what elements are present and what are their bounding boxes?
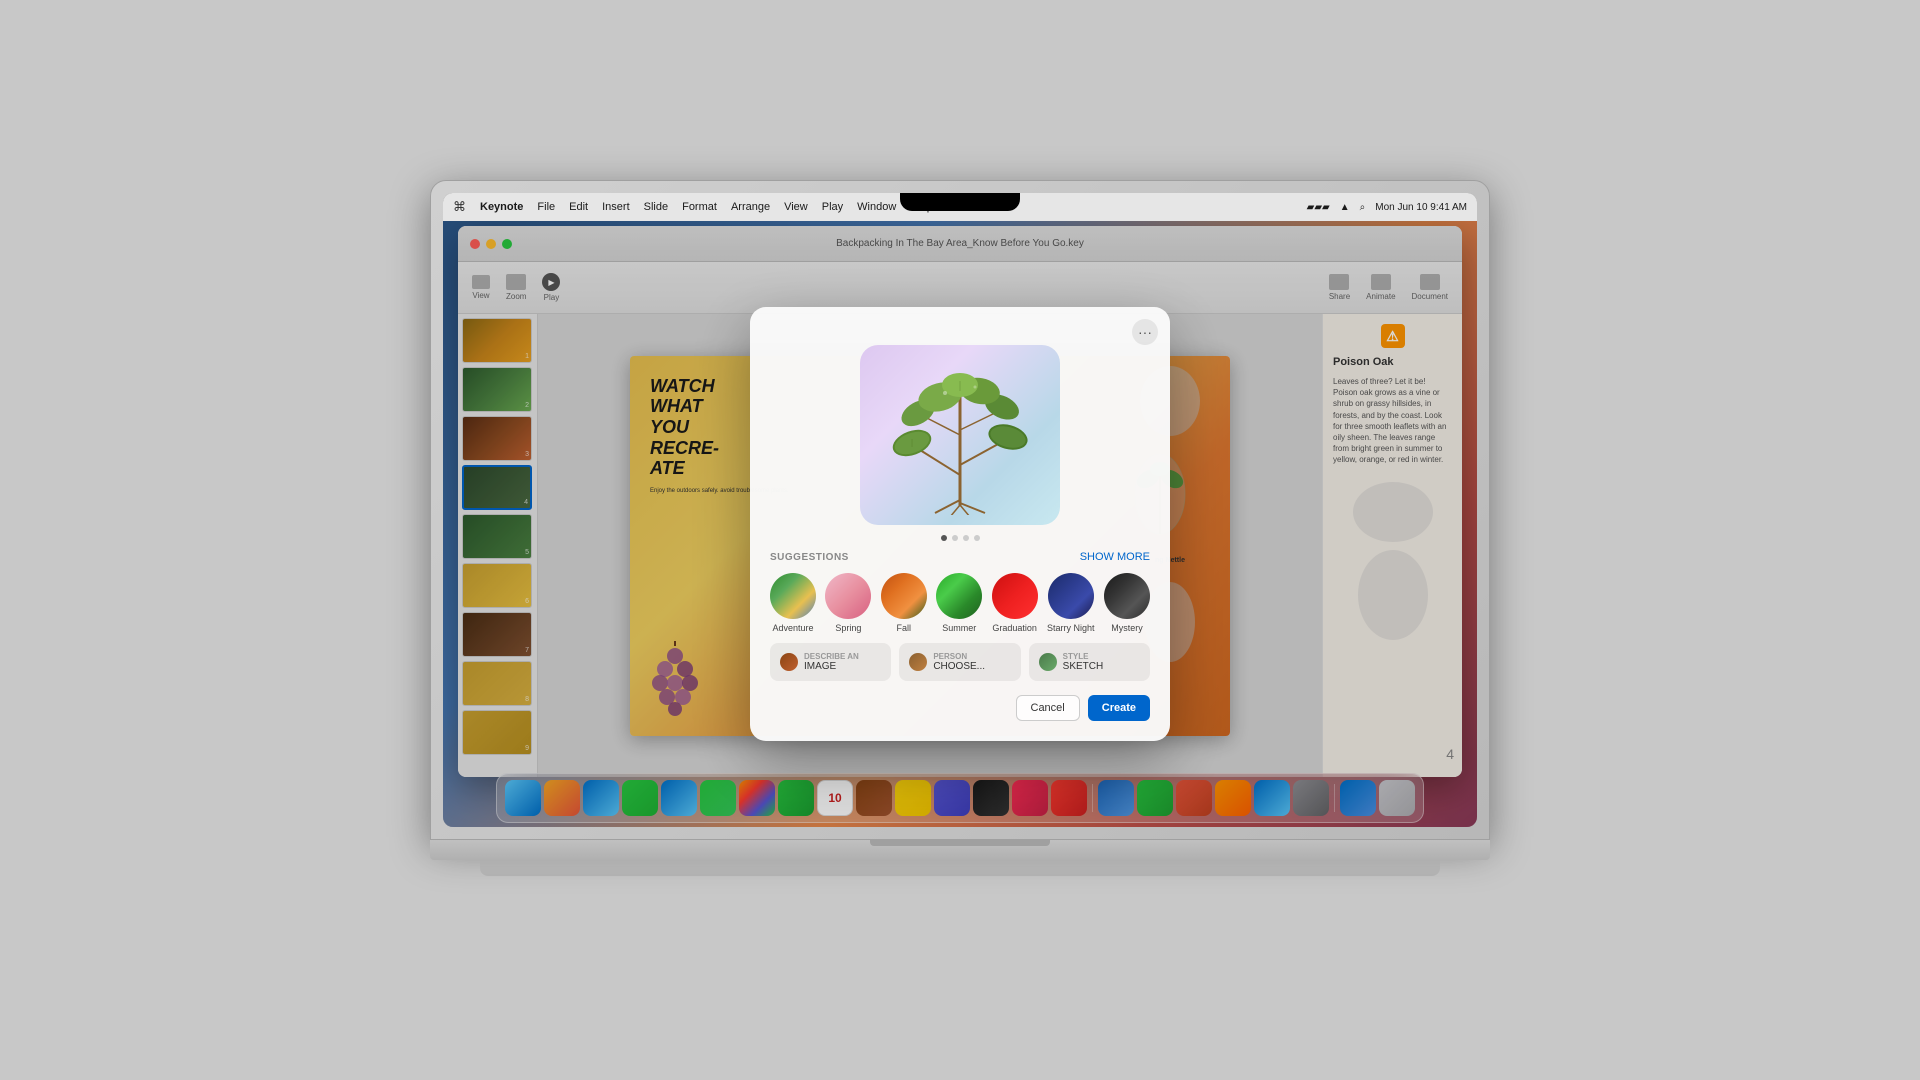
suggestions-section: SUGGESTIONS SHOW MORE Adventure: [750, 551, 1170, 633]
suggestion-graduation[interactable]: Graduation: [992, 573, 1038, 633]
dot-2[interactable]: [952, 535, 958, 541]
menu-file[interactable]: File: [537, 201, 555, 213]
macbook-bottom: [480, 860, 1440, 876]
menubar-right: ▰▰▰ ▲ ⌕ Mon Jun 10 9:41 AM: [1307, 202, 1467, 213]
graduation-icon: [992, 573, 1038, 619]
menubar-left: ⌘ Keynote File Edit Insert Slide Format …: [453, 199, 933, 215]
dialog-header: ···: [750, 307, 1170, 345]
suggestions-header: SUGGESTIONS SHOW MORE: [770, 551, 1150, 563]
style-content: STYLE SKETCH: [1063, 652, 1104, 672]
suggestion-summer[interactable]: Summer: [936, 573, 982, 633]
suggestions-grid: Adventure Spring Fall: [770, 573, 1150, 633]
wifi-icon: ▲: [1340, 202, 1350, 213]
person-value: CHOOSE...: [933, 661, 985, 672]
person-content: PERSON CHOOSE...: [933, 652, 985, 672]
macbook-base: [430, 840, 1490, 860]
dot-3[interactable]: [963, 535, 969, 541]
macbook-lid: ⌘ Keynote File Edit Insert Slide Format …: [430, 180, 1490, 840]
mystery-label: Mystery: [1111, 623, 1143, 633]
menu-arrange[interactable]: Arrange: [731, 201, 770, 213]
menu-format[interactable]: Format: [682, 201, 717, 213]
create-button[interactable]: Create: [1088, 695, 1150, 721]
mystery-icon: [1104, 573, 1150, 619]
menu-window[interactable]: Window: [857, 201, 896, 213]
starry-night-icon: [1048, 573, 1094, 619]
screen-bezel: ⌘ Keynote File Edit Insert Slide Format …: [443, 193, 1477, 827]
screen: ⌘ Keynote File Edit Insert Slide Format …: [443, 193, 1477, 827]
person-icon: [909, 653, 927, 671]
describe-content: DESCRIBE AN IMAGE: [804, 652, 859, 672]
notch: [900, 193, 1020, 211]
describe-value: IMAGE: [804, 661, 859, 672]
adventure-icon: [770, 573, 816, 619]
describe-icon: [780, 653, 798, 671]
app-name-menu[interactable]: Keynote: [480, 201, 523, 213]
adventure-label: Adventure: [772, 623, 813, 633]
dot-4[interactable]: [974, 535, 980, 541]
menu-view[interactable]: View: [784, 201, 808, 213]
plant-illustration: [890, 355, 1030, 515]
suggestion-spring[interactable]: Spring: [825, 573, 871, 633]
dialog-inputs: DESCRIBE AN IMAGE PERSON CHOOSE...: [750, 633, 1170, 681]
style-icon: [1039, 653, 1057, 671]
apple-logo-icon[interactable]: ⌘: [453, 199, 466, 215]
describe-sublabel: DESCRIBE AN: [804, 652, 859, 661]
describe-image-field[interactable]: DESCRIBE AN IMAGE: [770, 643, 891, 681]
macbook-hinge: [870, 840, 1050, 846]
image-generation-dialog: ···: [750, 307, 1170, 741]
graduation-label: Graduation: [992, 623, 1037, 633]
person-sublabel: PERSON: [933, 652, 985, 661]
suggestions-label: SUGGESTIONS: [770, 552, 849, 563]
dialog-image-area: [750, 345, 1170, 551]
dialog-overlay: ···: [443, 221, 1477, 827]
suggestion-mystery[interactable]: Mystery: [1104, 573, 1150, 633]
dialog-buttons: Cancel Create: [750, 681, 1170, 721]
menu-insert[interactable]: Insert: [602, 201, 630, 213]
person-field[interactable]: PERSON CHOOSE...: [899, 643, 1020, 681]
datetime: Mon Jun 10 9:41 AM: [1375, 202, 1467, 213]
suggestion-adventure[interactable]: Adventure: [770, 573, 816, 633]
cancel-button[interactable]: Cancel: [1016, 695, 1080, 721]
menu-edit[interactable]: Edit: [569, 201, 588, 213]
battery-icon: ▰▰▰: [1307, 202, 1330, 213]
ellipsis-icon: ···: [1138, 324, 1152, 340]
dialog-pagination: [941, 535, 980, 541]
more-options-button[interactable]: ···: [1132, 319, 1158, 345]
spring-icon: [825, 573, 871, 619]
fall-icon: [881, 573, 927, 619]
generated-image: [860, 345, 1060, 525]
suggestion-starry-night[interactable]: Starry Night: [1047, 573, 1095, 633]
fall-label: Fall: [897, 623, 912, 633]
show-more-button[interactable]: SHOW MORE: [1080, 551, 1150, 563]
macbook: ⌘ Keynote File Edit Insert Slide Format …: [430, 180, 1490, 900]
spring-label: Spring: [835, 623, 861, 633]
menu-slide[interactable]: Slide: [644, 201, 668, 213]
style-value: SKETCH: [1063, 661, 1104, 672]
starry-night-label: Starry Night: [1047, 623, 1095, 633]
dot-1[interactable]: [941, 535, 947, 541]
search-icon[interactable]: ⌕: [1360, 202, 1366, 213]
summer-icon: [936, 573, 982, 619]
style-field[interactable]: STYLE SKETCH: [1029, 643, 1150, 681]
suggestion-fall[interactable]: Fall: [881, 573, 927, 633]
summer-label: Summer: [942, 623, 976, 633]
menu-play[interactable]: Play: [822, 201, 843, 213]
style-sublabel: STYLE: [1063, 652, 1104, 661]
desktop: Backpacking In The Bay Area_Know Before …: [443, 221, 1477, 827]
